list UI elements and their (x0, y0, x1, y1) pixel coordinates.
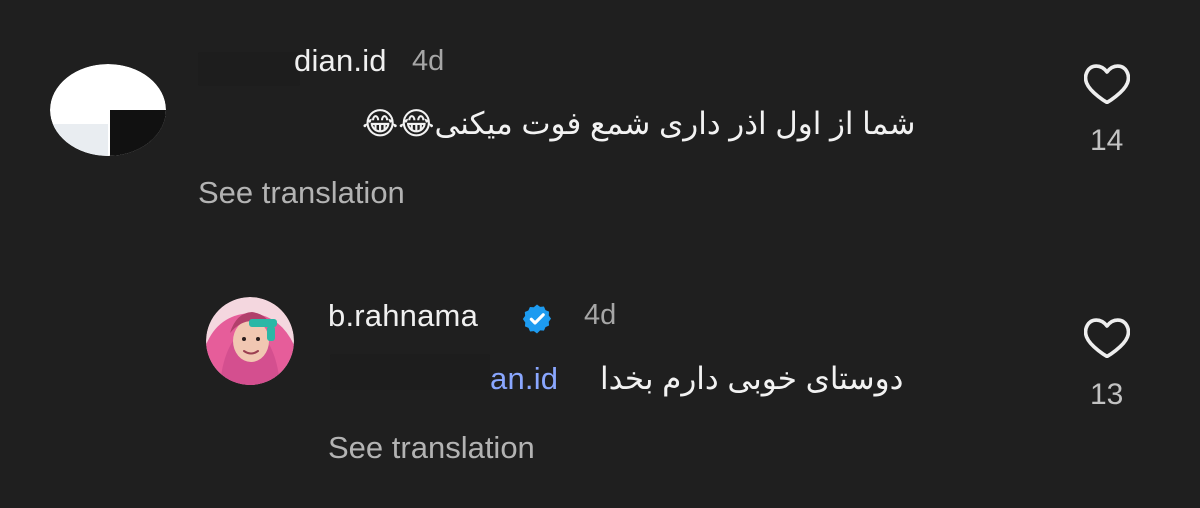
timestamp: 4d (412, 45, 445, 77)
username[interactable]: b.rahnama (328, 298, 478, 334)
avatar[interactable] (50, 64, 166, 156)
see-translation-link[interactable]: See translation (328, 430, 535, 466)
comment-text: شما از اول اذر داری شمع فوت میکنی😂😂 (362, 106, 916, 141)
avatar[interactable] (206, 297, 294, 385)
heart-icon[interactable] (1084, 318, 1130, 358)
mention-link[interactable]: an.id (490, 361, 558, 397)
username[interactable]: dian.id (294, 43, 387, 79)
see-translation-link[interactable]: See translation (198, 175, 405, 211)
like-count: 14 (1090, 124, 1124, 157)
like-count: 13 (1090, 378, 1124, 411)
username-redaction (198, 52, 300, 86)
comment-text: دوستای خوبی دارم بخدا (600, 361, 904, 396)
heart-icon[interactable] (1084, 64, 1130, 104)
timestamp: 4d (584, 299, 617, 331)
mention-redaction (330, 354, 490, 390)
verified-badge-icon (522, 304, 552, 334)
